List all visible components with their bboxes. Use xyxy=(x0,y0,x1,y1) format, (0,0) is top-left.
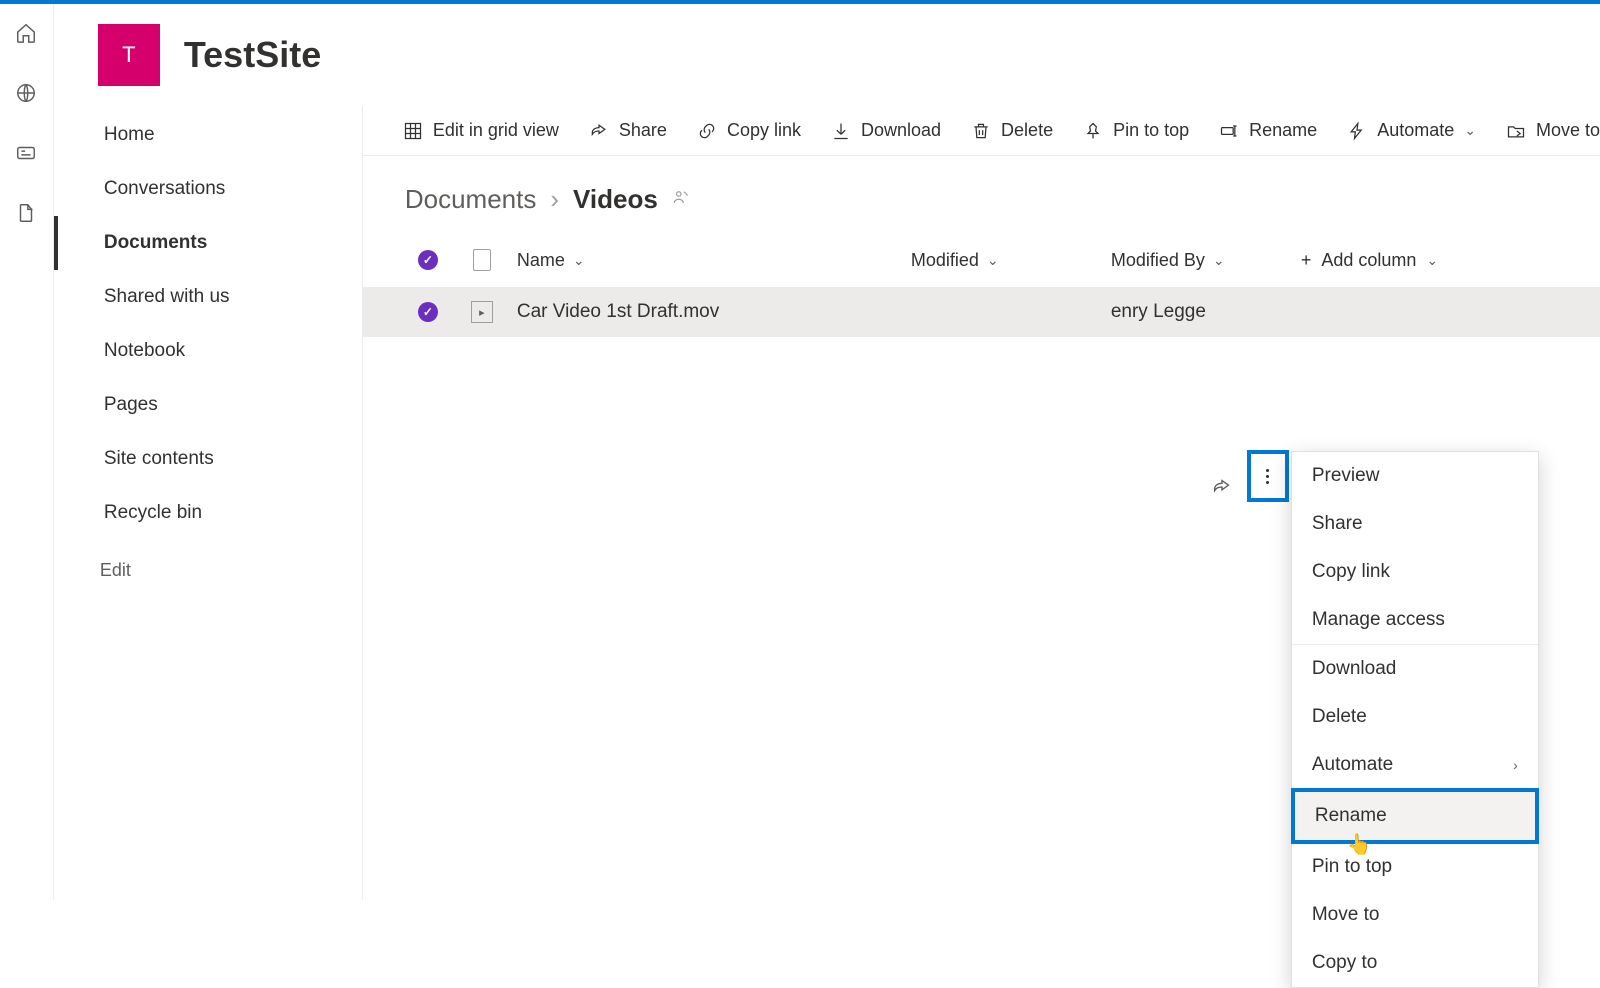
modified-by-value: enry Legge xyxy=(1111,301,1206,323)
col-modified-header[interactable]: Modified ⌄ xyxy=(911,250,1111,271)
site-header: T TestSite xyxy=(54,4,1600,106)
ctx-share[interactable]: Share xyxy=(1292,500,1538,548)
chevron-right-icon: › xyxy=(1513,757,1518,773)
breadcrumb: Documents › Videos xyxy=(363,156,1600,227)
chevron-down-icon: ⌄ xyxy=(1464,122,1476,139)
cmd-share[interactable]: Share xyxy=(589,120,667,141)
col-name-header[interactable]: Name ⌄ xyxy=(511,250,911,271)
cmd-move-to[interactable]: Move to xyxy=(1506,120,1600,141)
ctx-manage-access-label: Manage access xyxy=(1312,609,1445,631)
cmd-download[interactable]: Download xyxy=(831,120,941,141)
col-modified-label: Modified xyxy=(911,250,979,271)
cmd-delete[interactable]: Delete xyxy=(971,120,1053,141)
file-icon[interactable] xyxy=(15,202,37,224)
ctx-delete-label: Delete xyxy=(1312,706,1367,728)
cmd-automate[interactable]: Automate ⌄ xyxy=(1347,120,1476,141)
nav-notebook[interactable]: Notebook xyxy=(54,324,362,378)
ctx-preview-label: Preview xyxy=(1312,465,1380,487)
plus-icon: + xyxy=(1301,250,1312,271)
cmd-copy-link-label: Copy link xyxy=(727,120,801,141)
ctx-manage-access[interactable]: Manage access xyxy=(1292,596,1538,644)
file-row[interactable]: ▸ Car Video 1st Draft.mov enry Legge xyxy=(363,287,1600,337)
ctx-pin[interactable]: Pin to top xyxy=(1292,843,1538,891)
command-bar: Edit in grid view Share Copy link Downlo… xyxy=(363,106,1600,156)
breadcrumb-current: Videos xyxy=(573,184,658,215)
cmd-edit-grid-label: Edit in grid view xyxy=(433,120,559,141)
ctx-rename-label: Rename xyxy=(1315,805,1387,827)
chevron-down-icon: ⌄ xyxy=(573,252,585,269)
row-check[interactable] xyxy=(418,302,438,322)
app-rail xyxy=(0,4,54,900)
ctx-automate[interactable]: Automate › xyxy=(1292,741,1538,789)
cmd-rename-label: Rename xyxy=(1249,120,1317,141)
context-menu: Preview Share Copy link Manage access Do… xyxy=(1291,451,1539,988)
site-title: TestSite xyxy=(184,34,321,76)
card-icon[interactable] xyxy=(15,142,37,164)
nav-shared[interactable]: Shared with us xyxy=(54,270,362,324)
ctx-copy-link[interactable]: Copy link xyxy=(1292,548,1538,596)
row-share-icon[interactable] xyxy=(1211,476,1233,503)
nav-conversations[interactable]: Conversations xyxy=(54,162,362,216)
side-nav: Home Conversations Documents Shared with… xyxy=(54,106,362,900)
nav-documents[interactable]: Documents xyxy=(54,216,362,270)
nav-pages[interactable]: Pages xyxy=(54,378,362,432)
nav-home[interactable]: Home xyxy=(54,108,362,162)
ctx-copy-to[interactable]: Copy to xyxy=(1292,939,1538,987)
nav-recycle-bin[interactable]: Recycle bin xyxy=(54,486,362,540)
ctx-copy-link-label: Copy link xyxy=(1312,561,1390,583)
file-name[interactable]: Car Video 1st Draft.mov xyxy=(517,301,719,323)
ctx-copy-to-label: Copy to xyxy=(1312,952,1377,974)
select-all-check[interactable] xyxy=(418,250,438,270)
video-file-icon: ▸ xyxy=(471,301,493,323)
cmd-rename[interactable]: Rename xyxy=(1219,120,1317,141)
add-column-button[interactable]: + Add column ⌄ xyxy=(1301,250,1438,271)
chevron-down-icon: ⌄ xyxy=(1426,252,1438,269)
col-modifiedby-header[interactable]: Modified By ⌄ xyxy=(1111,250,1301,271)
more-actions-button[interactable] xyxy=(1261,464,1275,488)
cmd-copy-link[interactable]: Copy link xyxy=(697,120,801,141)
nav-edit-link[interactable]: Edit xyxy=(54,540,362,581)
ctx-download[interactable]: Download xyxy=(1292,644,1538,693)
cmd-edit-grid[interactable]: Edit in grid view xyxy=(403,120,559,141)
ctx-preview[interactable]: Preview xyxy=(1292,452,1538,500)
chevron-down-icon: ⌄ xyxy=(987,252,999,269)
cmd-download-label: Download xyxy=(861,120,941,141)
nav-site-contents[interactable]: Site contents xyxy=(54,432,362,486)
cmd-automate-label: Automate xyxy=(1377,120,1454,141)
ctx-pin-label: Pin to top xyxy=(1312,856,1392,878)
site-logo[interactable]: T xyxy=(98,24,160,86)
breadcrumb-root[interactable]: Documents xyxy=(405,184,537,215)
globe-icon[interactable] xyxy=(15,82,37,104)
more-actions-highlight xyxy=(1247,450,1289,502)
ctx-move-to-label: Move to xyxy=(1312,904,1380,926)
cmd-pin-label: Pin to top xyxy=(1113,120,1189,141)
ctx-download-label: Download xyxy=(1312,658,1397,680)
col-name-label: Name xyxy=(517,250,565,271)
private-icon[interactable] xyxy=(672,188,690,211)
chevron-down-icon: ⌄ xyxy=(1213,252,1225,269)
file-type-header-icon xyxy=(473,249,491,271)
ctx-move-to[interactable]: Move to xyxy=(1292,891,1538,939)
ctx-rename[interactable]: Rename xyxy=(1291,788,1539,844)
add-column-label: Add column xyxy=(1321,250,1416,271)
cmd-move-to-label: Move to xyxy=(1536,120,1600,141)
ctx-delete[interactable]: Delete xyxy=(1292,693,1538,741)
ctx-automate-label: Automate xyxy=(1312,754,1393,776)
cmd-delete-label: Delete xyxy=(1001,120,1053,141)
col-modifiedby-label: Modified By xyxy=(1111,250,1205,271)
home-icon[interactable] xyxy=(15,22,37,44)
ctx-share-label: Share xyxy=(1312,513,1363,535)
column-headers: Name ⌄ Modified ⌄ Modified By ⌄ + Add column… xyxy=(363,227,1600,287)
chevron-right-icon: › xyxy=(550,184,559,215)
cmd-share-label: Share xyxy=(619,120,667,141)
cmd-pin[interactable]: Pin to top xyxy=(1083,120,1189,141)
